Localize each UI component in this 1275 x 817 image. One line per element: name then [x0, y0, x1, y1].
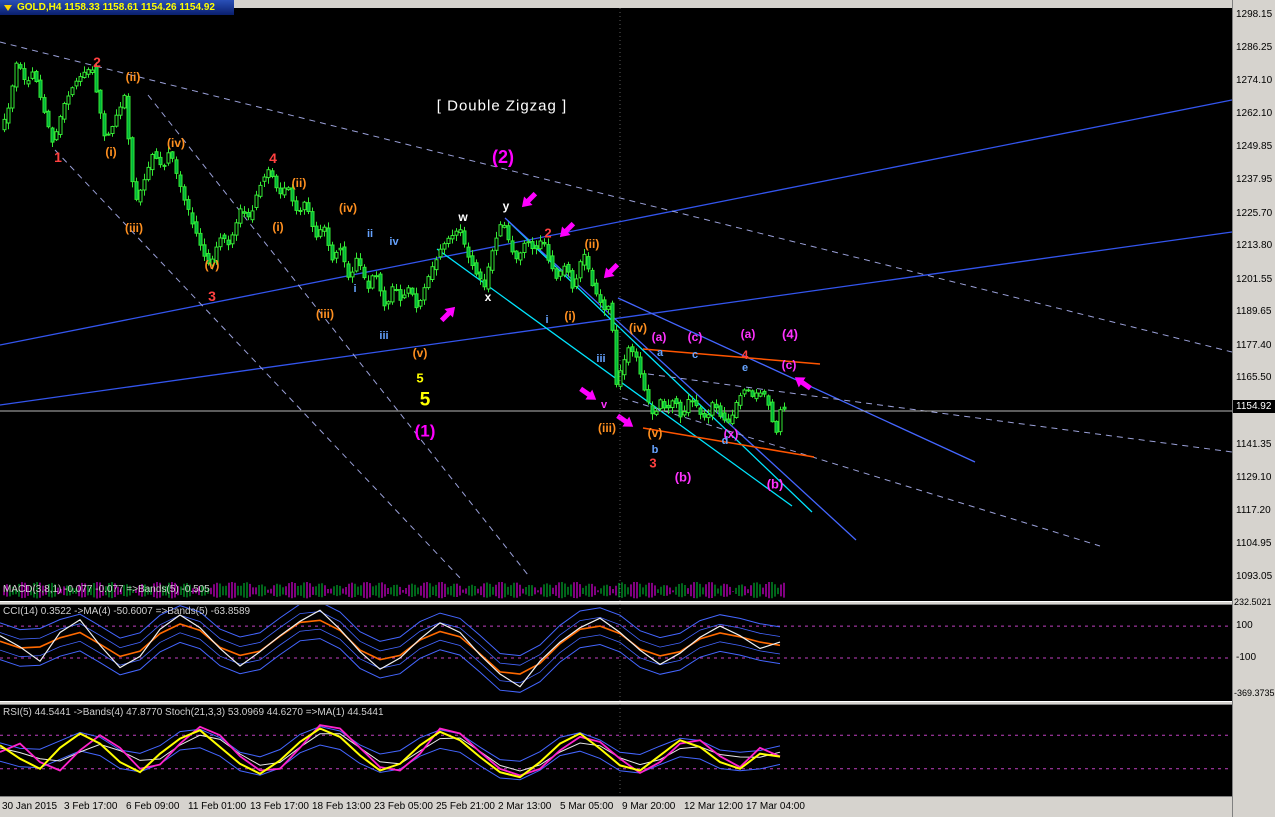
- time-tick: 18 Feb 13:00: [312, 801, 371, 812]
- time-tick: 23 Feb 05:00: [374, 801, 433, 812]
- time-tick: 12 Mar 12:00: [684, 801, 743, 812]
- main-chart-pane[interactable]: [0, 8, 1232, 582]
- time-tick: 9 Mar 20:00: [622, 801, 676, 812]
- time-tick: 11 Feb 01:00: [188, 801, 247, 812]
- macd-indicator-label: MACD(3,8,1) -0.077 -0.077 =>Bands(5) -0.…: [3, 584, 210, 595]
- time-tick: 25 Feb 21:00: [436, 801, 495, 812]
- price-tick: 1237.95: [1236, 174, 1273, 185]
- price-tick: 1189.65: [1236, 306, 1272, 317]
- rsi-pane[interactable]: [0, 705, 1232, 796]
- cci-scale-min: -369.3735: [1234, 688, 1275, 698]
- chart-title-bar[interactable]: GOLD,H4 1158.33 1158.61 1154.26 1154.92: [0, 0, 234, 15]
- chart-title-text: GOLD,H4 1158.33 1158.61 1154.26 1154.92: [17, 2, 215, 13]
- price-tick: 1274.10: [1236, 75, 1273, 86]
- price-tick: 1201.55: [1236, 274, 1273, 285]
- cci-level-label: 100: [1236, 620, 1253, 631]
- price-tick: 1104.95: [1236, 538, 1272, 549]
- pane-splitter[interactable]: [0, 701, 1232, 705]
- mt4-chart-window: 2 (ii) 1 (i) (iv) 4 (ii) (iii) (iv) (i) (v) 3 ii iv i(…: [0, 0, 1275, 817]
- price-tick: 1225.70: [1236, 208, 1273, 219]
- price-tick: 1298.15: [1236, 9, 1273, 20]
- cci-level-label: -100: [1236, 652, 1257, 663]
- price-tick: 1262.10: [1236, 108, 1273, 119]
- cci-pane[interactable]: [0, 605, 1232, 701]
- cci-scale-max: 232.5021: [1234, 597, 1272, 607]
- price-tick: 1165.50: [1236, 372, 1272, 383]
- pane-splitter[interactable]: [0, 601, 1232, 605]
- current-price-tag: 1154.92: [1233, 400, 1275, 413]
- time-tick: 17 Mar 04:00: [746, 801, 805, 812]
- price-tick: 1213.80: [1236, 240, 1273, 251]
- time-tick: 3 Feb 17:00: [64, 801, 118, 812]
- price-tick: 1286.25: [1236, 42, 1273, 53]
- time-tick: 30 Jan 2015: [2, 801, 58, 812]
- pattern-annotation: [ Double Zigzag ]: [436, 97, 568, 115]
- time-tick: 6 Feb 09:00: [126, 801, 180, 812]
- symbol-dropdown-icon: [4, 4, 12, 11]
- cci-indicator-label: CCI(14) 0.3522 ->MA(4) -50.6007 =>Bands(…: [3, 606, 251, 617]
- price-tick: 1129.10: [1236, 472, 1272, 483]
- price-tick: 1093.05: [1236, 571, 1273, 582]
- price-tick: 1177.40: [1236, 340, 1272, 351]
- time-tick: 5 Mar 05:00: [560, 801, 614, 812]
- rsi-indicator-label: RSI(5) 44.5441 ->Bands(4) 47.8770 Stoch(…: [3, 707, 384, 718]
- price-tick: 1141.35: [1236, 439, 1272, 450]
- time-scale[interactable]: 30 Jan 2015 3 Feb 17:00 6 Feb 09:00 11 Feb …: [0, 796, 1232, 817]
- price-tick: 1117.20: [1236, 505, 1271, 516]
- time-tick: 13 Feb 17:00: [250, 801, 309, 812]
- price-scale[interactable]: 1298.15 1286.25 1274.10 1262.10 1249.85 1237.…: [1232, 0, 1275, 817]
- price-tick: 1249.85: [1236, 141, 1273, 152]
- time-tick: 2 Mar 13:00: [498, 801, 552, 812]
